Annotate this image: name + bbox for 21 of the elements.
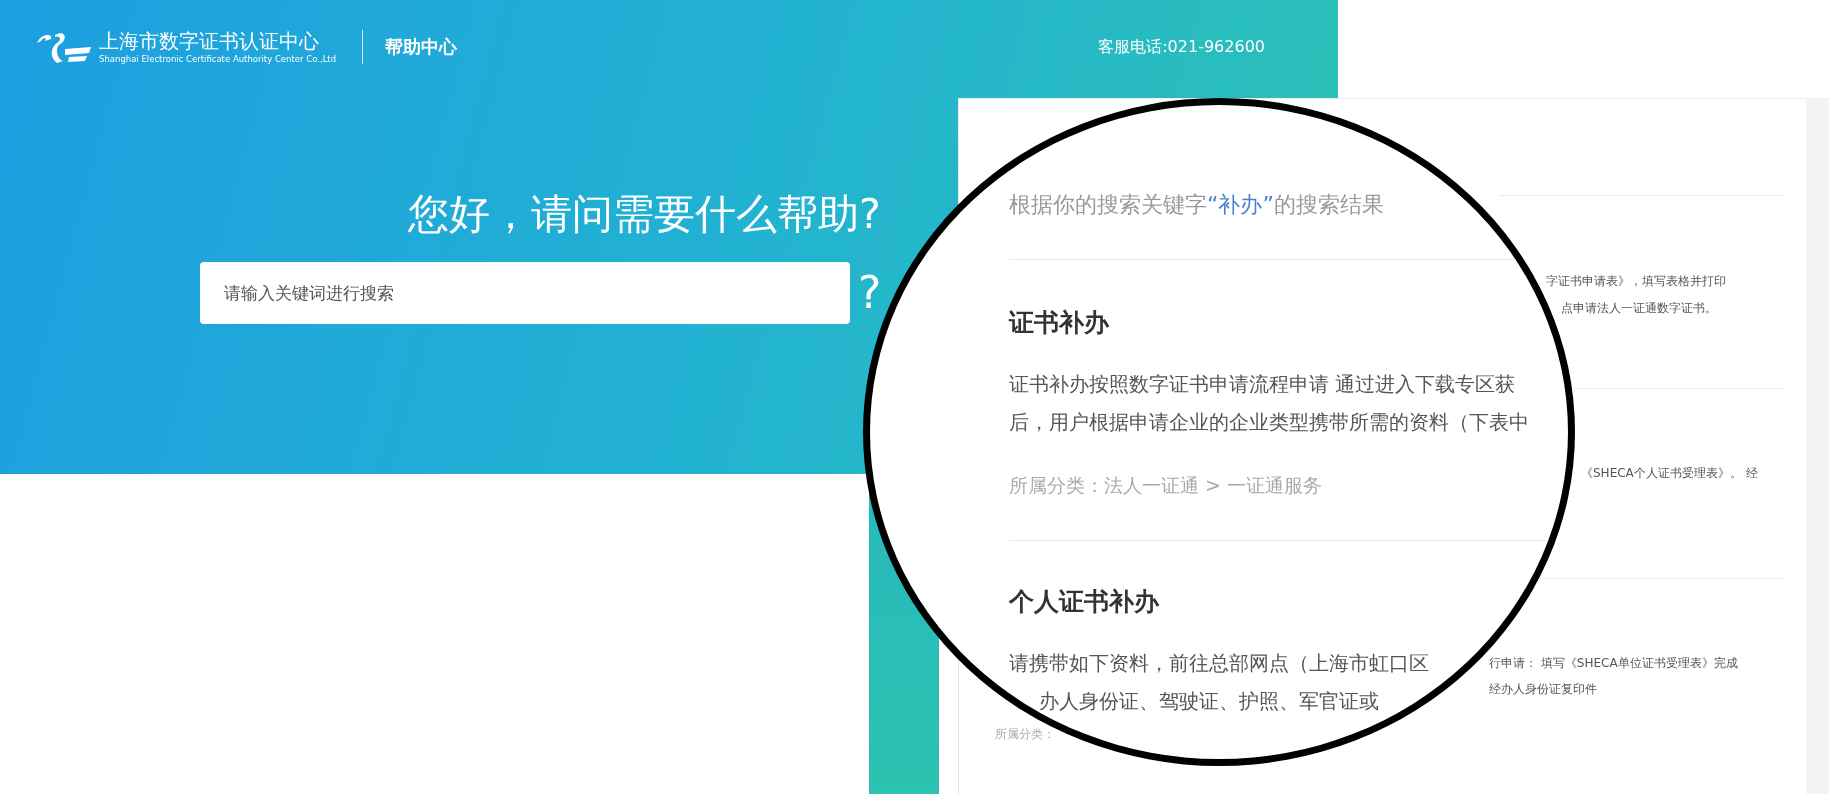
result-text: 后，用户根据申请企业的企业类型携带所需的资料（下表中 xyxy=(1009,409,1529,436)
result-text: 证书补办按照数字证书申请流程申请 通过进入下载专区获 xyxy=(1009,371,1516,398)
result-snippet: 行申请： 填写《SHECA单位证书受理表》完成 xyxy=(1489,655,1738,671)
question-mark: ? xyxy=(858,268,882,318)
result-category: 所属分类：法人一证通 > 一证通服务 xyxy=(1009,473,1322,498)
result-snippet: 点申请法人一证通数字证书。 xyxy=(1561,300,1717,316)
result-title[interactable]: 证书补办 xyxy=(1009,308,1109,338)
org-name: 上海市数字证书认证中心 xyxy=(99,29,320,53)
category-label: 所属分类： xyxy=(995,726,1055,742)
result-title[interactable]: 个人证书补办 xyxy=(1009,587,1159,617)
result-snippet: 字证书申请表》，填写表格并打印 xyxy=(1546,273,1726,289)
result-text: 办人身份证、驾驶证、护照、军官证或 xyxy=(1039,688,1379,715)
section-title: 帮助中心 xyxy=(385,35,458,59)
result-text: 请携带如下资料，前往总部网点（上海市虹口区 xyxy=(1009,650,1429,677)
org-subtitle: Shanghai Electronic Certificate Authority Center Co.,Ltd xyxy=(99,53,337,65)
hero-title: 您好，请问需要什么帮助? xyxy=(408,189,881,239)
search-field[interactable]: 请输入关键词进行搜索 xyxy=(200,262,850,324)
result-snippet: 《SHECA个人证书受理表》。 经 xyxy=(1581,465,1758,481)
hotline-text: 客服电话:021-962600 xyxy=(1098,36,1265,58)
result-snippet: 经办人身份证复印件 xyxy=(1489,681,1597,697)
search-summary: 根据你的搜索关键字“补办”的搜索结果 xyxy=(1009,191,1384,219)
